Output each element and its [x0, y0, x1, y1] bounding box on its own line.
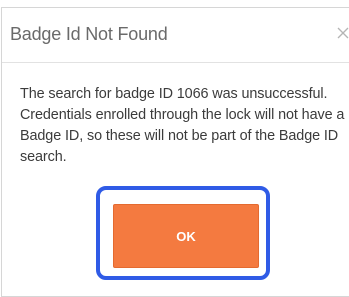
close-icon[interactable] — [336, 26, 349, 40]
ok-button[interactable]: OK — [113, 204, 259, 268]
dialog-header: Badge Id Not Found — [2, 8, 349, 63]
dialog-message: The search for badge ID 1066 was unsucce… — [20, 86, 345, 165]
dialog-title: Badge Id Not Found — [10, 24, 168, 44]
